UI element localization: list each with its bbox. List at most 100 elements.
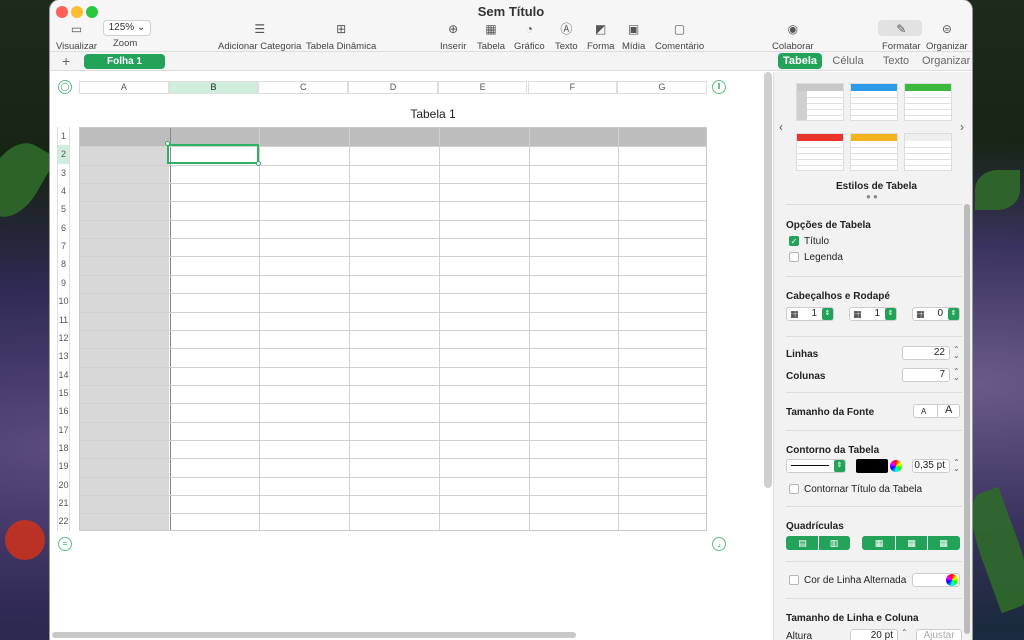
row-header-10[interactable]: 10 bbox=[57, 292, 70, 311]
row-header-11[interactable]: 11 bbox=[57, 310, 70, 329]
gridlines-horizontal-icon[interactable]: ▤ bbox=[787, 536, 818, 550]
add-row-handle-icon[interactable]: = bbox=[58, 537, 72, 551]
table-grid[interactable] bbox=[79, 127, 707, 531]
tab-organizar[interactable]: Organizar bbox=[922, 53, 970, 69]
color-wheel-icon[interactable] bbox=[890, 460, 902, 472]
inspector-scrollbar[interactable] bbox=[964, 204, 970, 634]
grafico-button[interactable]: ◔ Gráfico bbox=[514, 22, 545, 52]
row-header-17[interactable]: 17 bbox=[57, 420, 70, 439]
tab-texto[interactable]: Texto bbox=[878, 53, 914, 69]
add-column-handle-icon[interactable]: ‖ bbox=[712, 80, 726, 94]
row-header-6[interactable]: 6 bbox=[57, 218, 70, 238]
table-style-thumbnail[interactable] bbox=[904, 83, 952, 121]
tabela-button[interactable]: ▦ Tabela bbox=[477, 22, 505, 52]
row-header-20[interactable]: 20 bbox=[57, 475, 70, 494]
tabela-dinamica-button[interactable]: ⊞ Tabela Dinâmica bbox=[306, 22, 376, 52]
row-header-21[interactable]: 21 bbox=[57, 494, 70, 513]
horizontal-scrollbar[interactable] bbox=[52, 632, 576, 638]
page-dots[interactable]: ● ● bbox=[866, 192, 878, 201]
selection-handle[interactable] bbox=[256, 161, 261, 166]
column-header-c[interactable]: C bbox=[258, 81, 349, 94]
row-header-18[interactable]: 18 bbox=[57, 438, 70, 458]
row-header-14[interactable]: 14 bbox=[57, 365, 70, 384]
adicionar-categoria-button[interactable]: ☰ Adicionar Categoria bbox=[218, 22, 301, 52]
column-header-b[interactable]: B bbox=[168, 81, 259, 94]
tab-tabela[interactable]: Tabela bbox=[778, 53, 822, 69]
decrease-font-button[interactable]: A bbox=[921, 406, 926, 418]
add-sheet-button[interactable]: + bbox=[62, 53, 70, 69]
row-header-7[interactable]: 7 bbox=[57, 237, 70, 256]
gridlines-footer-icon[interactable]: ▦ bbox=[927, 536, 959, 550]
linhas-stepper-icon[interactable]: ⌃ ⌄ bbox=[953, 346, 960, 360]
row-header-4[interactable]: 4 bbox=[57, 182, 70, 201]
inserir-button[interactable]: ⊕ Inserir bbox=[440, 22, 466, 52]
row-header-15[interactable]: 15 bbox=[57, 383, 70, 403]
midia-button[interactable]: ▣ Mídia bbox=[622, 22, 645, 52]
colaborar-button[interactable]: ◉ Colaborar bbox=[772, 22, 814, 52]
linhas-input[interactable]: 22 bbox=[902, 346, 950, 360]
increase-font-button[interactable]: A bbox=[945, 404, 952, 416]
row-header-3[interactable]: 3 bbox=[57, 163, 70, 183]
column-header-e[interactable]: E bbox=[437, 81, 528, 94]
border-style-arrows[interactable]: ⇕ bbox=[834, 460, 845, 472]
table-style-thumbnail[interactable] bbox=[796, 133, 844, 171]
titulo-checkbox[interactable]: ✓ bbox=[789, 236, 799, 246]
cor-linha-alt-checkbox[interactable] bbox=[789, 575, 799, 585]
legenda-checkbox[interactable] bbox=[789, 252, 799, 262]
altura-stepper-icon[interactable]: ⌃ bbox=[901, 629, 908, 637]
forma-button[interactable]: ◩ Forma bbox=[587, 22, 614, 52]
altura-input[interactable]: 20 pt bbox=[850, 629, 898, 640]
organizar-button[interactable]: ⊜ Organizar bbox=[926, 22, 968, 52]
chevron-right-icon[interactable]: › bbox=[960, 120, 964, 134]
formatar-button[interactable]: ✎ Formatar bbox=[882, 22, 921, 52]
visualizar-button[interactable]: ▭ Visualizar bbox=[56, 22, 97, 52]
comentario-button[interactable]: ▢ Comentário bbox=[655, 22, 704, 52]
column-header-a[interactable]: A bbox=[79, 81, 169, 94]
row-header-8[interactable]: 8 bbox=[57, 255, 70, 274]
resize-table-handle-icon[interactable]: ⌟ bbox=[712, 537, 726, 551]
column-header-d[interactable]: D bbox=[348, 81, 438, 94]
table-title[interactable]: Tabela 1 bbox=[393, 107, 473, 121]
sheet-tab-folha-1[interactable]: Folha 1 bbox=[84, 54, 165, 69]
row-header-9[interactable]: 9 bbox=[57, 273, 70, 293]
texto-button[interactable]: Ⓐ Texto bbox=[555, 22, 578, 52]
gridlines-vertical-icon[interactable]: ▥ bbox=[818, 536, 849, 550]
selection-handle[interactable] bbox=[165, 141, 170, 146]
chevron-left-icon[interactable]: ‹ bbox=[779, 120, 783, 134]
table-style-thumbnail[interactable] bbox=[850, 133, 898, 171]
sheet-canvas[interactable]: ◯ ‖ = ⌟ ABCDEFG 1 2 3 4 5 6 7 8 9 10 11 12 13 14 15 16 1… bbox=[50, 72, 766, 640]
tab-celula[interactable]: Célula bbox=[828, 53, 868, 69]
gridlines-header-row-icon[interactable]: ▦ bbox=[895, 536, 927, 550]
vertical-scrollbar[interactable] bbox=[764, 72, 772, 488]
select-table-handle[interactable]: ◯ bbox=[58, 80, 72, 94]
gridlines-header-col-icon[interactable]: ▦ bbox=[863, 536, 895, 550]
colunas-input[interactable]: 7 bbox=[902, 368, 950, 382]
numbers-window: Sem Título ▭ Visualizar 125% ⌄ Zoom ☰ Adic… bbox=[50, 0, 972, 640]
row-header-1[interactable]: 1 bbox=[57, 127, 70, 146]
border-color-well[interactable] bbox=[856, 459, 888, 473]
row-header-16[interactable]: 16 bbox=[57, 402, 70, 421]
border-width-stepper-icon[interactable]: ⌃ ⌄ bbox=[953, 459, 960, 473]
selected-cell-b2[interactable] bbox=[167, 144, 259, 164]
footer-rows-arrows[interactable]: ⇕ bbox=[948, 308, 959, 320]
row-header-12[interactable]: 12 bbox=[57, 328, 70, 348]
row-gridline bbox=[80, 348, 706, 350]
header-cols-arrows[interactable]: ⇕ bbox=[885, 308, 896, 320]
header-rows-arrows[interactable]: ⇕ bbox=[822, 308, 833, 320]
table-style-thumbnail[interactable] bbox=[796, 83, 844, 121]
color-wheel-icon[interactable] bbox=[946, 574, 958, 586]
table-style-thumbnail[interactable] bbox=[850, 83, 898, 121]
contornar-titulo-checkbox[interactable] bbox=[789, 484, 799, 494]
border-width-input[interactable]: 0,35 pt bbox=[912, 459, 950, 473]
column-header-g[interactable]: G bbox=[617, 81, 707, 94]
row-header-19[interactable]: 19 bbox=[57, 457, 70, 476]
row-header-2[interactable]: 2 bbox=[57, 145, 70, 164]
zoom-select[interactable]: 125% ⌄ bbox=[103, 20, 151, 36]
row-header-22[interactable]: 22 bbox=[57, 512, 70, 531]
table-style-thumbnail[interactable] bbox=[904, 133, 952, 171]
row-header-13[interactable]: 13 bbox=[57, 347, 70, 366]
column-header-f[interactable]: F bbox=[527, 81, 618, 94]
ajustar-button[interactable]: Ajustar bbox=[916, 629, 962, 640]
row-header-5[interactable]: 5 bbox=[57, 200, 70, 219]
colunas-stepper-icon[interactable]: ⌃ ⌄ bbox=[953, 368, 960, 382]
